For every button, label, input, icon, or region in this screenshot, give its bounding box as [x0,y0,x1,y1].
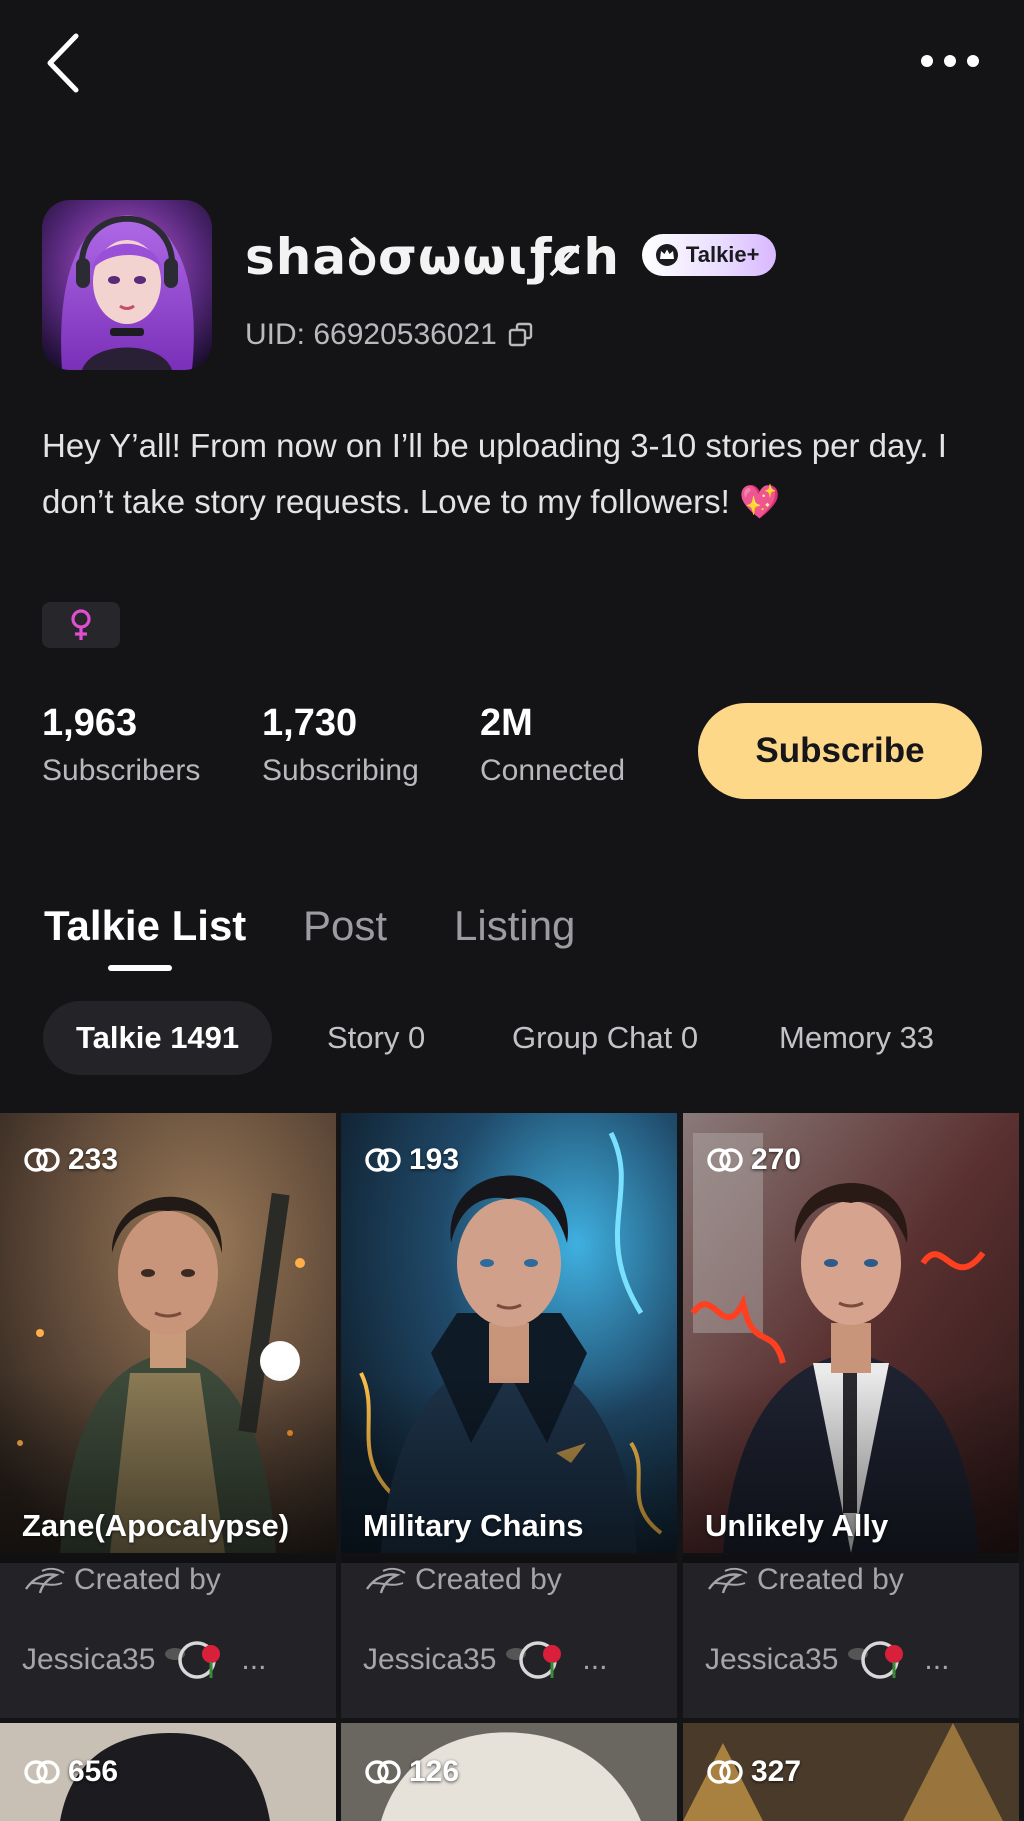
tab-post[interactable]: Post [303,900,387,952]
chat-count: 233 [22,1143,118,1177]
author-row[interactable]: Jessica35 ... [705,1638,949,1682]
stat-connected[interactable]: 2M Connected [480,700,625,794]
chat-count-value: 656 [68,1755,119,1788]
tab-talkie-list[interactable]: Talkie List [44,900,246,952]
created-by: Created by [705,1563,904,1597]
tab-listing[interactable]: Listing [454,900,575,952]
name-row: ꜱhaꝺσωωɩƒc̷h Talkie+ [245,225,776,286]
chat-count: 126 [363,1755,459,1789]
author-name: Jessica35 [22,1643,156,1676]
chat-count: 327 [705,1755,801,1789]
author-row[interactable]: Jessica35 ... [363,1638,607,1682]
bio-text: Hey Y’all! From now on I’ll be uploading… [42,427,947,520]
more-options-button[interactable] [915,45,985,77]
talkie-card[interactable]: 233 Zane(Apocalypse) Created by Jessica3… [0,1113,336,1718]
author-more: ... [582,1643,608,1676]
created-by: Created by [22,1563,221,1597]
subscribe-button[interactable]: Subscribe [698,703,982,799]
talkie-card[interactable]: 656 [0,1723,336,1821]
talkie-card[interactable]: 193 Military Chains Created by Jessica35… [341,1113,677,1718]
stat-label: Subscribing [262,754,419,787]
chat-link-icon [707,1760,743,1784]
chat-link-icon [24,1760,60,1784]
chip-story[interactable]: Story 0 [327,1001,425,1075]
chat-count-value: 270 [751,1143,802,1176]
avatar-image [42,200,212,370]
chip-talkie[interactable]: Talkie 1491 [43,1001,273,1075]
chat-count: 270 [705,1143,801,1177]
quill-swirl-icon [366,1567,406,1594]
talkie-card[interactable]: 327 [683,1723,1019,1821]
copy-icon[interactable] [507,321,535,349]
card-title: Zane(Apocalypse) [22,1508,290,1543]
chip-memory[interactable]: Memory 33 [779,1001,934,1075]
chat-link-icon [365,1148,401,1172]
created-by-label: Created by [415,1563,562,1596]
stat-value: 2M [480,702,533,744]
created-by-label: Created by [757,1563,904,1596]
more-horizontal-icon [921,55,979,67]
quill-swirl-icon [25,1567,65,1594]
rose-badge-icon [506,1641,562,1679]
back-button[interactable] [40,30,90,96]
stat-value: 1,963 [42,702,138,744]
username: ꜱhaꝺσωωɩƒc̷h [245,228,620,286]
card-title: Military Chains [363,1508,584,1543]
chat-count-value: 327 [751,1755,802,1788]
talkie-plus-badge[interactable]: Talkie+ [641,234,776,276]
chat-link-icon [365,1760,401,1784]
talkie-card[interactable]: 270 Unlikely Ally Created by Jessica35 .… [683,1113,1019,1718]
stat-subscribing[interactable]: 1,730 Subscribing [262,700,419,794]
chip-group-chat[interactable]: Group Chat 0 [512,1001,698,1075]
tab-indicator [108,965,172,971]
uid-text: UID: 66920536021 [245,318,497,351]
created-by: Created by [363,1563,562,1597]
stat-label: Subscribers [42,754,201,787]
top-bar [0,0,1024,130]
chat-count-value: 126 [409,1755,460,1788]
chat-count-value: 233 [68,1143,119,1176]
author-name: Jessica35 [363,1643,497,1676]
stat-subscribers[interactable]: 1,963 Subscribers [42,700,200,794]
chat-count: 193 [363,1143,459,1177]
author-more: ... [924,1643,950,1676]
rose-badge-icon [165,1641,221,1679]
created-by-label: Created by [74,1563,221,1596]
avatar[interactable] [42,200,212,370]
gender-tag [42,602,120,648]
talkie-card[interactable]: 126 [341,1723,677,1821]
chat-link-icon [24,1148,60,1172]
author-row[interactable]: Jessica35 ... [22,1638,266,1682]
rose-badge-icon [848,1641,904,1679]
badge-label: Talkie+ [685,242,760,267]
crown-icon [655,244,678,266]
card-title: Unlikely Ally [705,1508,889,1543]
female-icon [71,609,91,640]
chevron-left-icon [47,33,79,93]
uid-row: UID: 66920536021 [245,318,535,352]
chat-link-icon [707,1148,743,1172]
stat-label: Connected [480,754,626,787]
chat-count-value: 193 [409,1143,460,1176]
stat-value: 1,730 [262,702,358,744]
author-more: ... [241,1643,267,1676]
quill-swirl-icon [708,1567,748,1594]
chat-count: 656 [22,1755,118,1789]
author-name: Jessica35 [705,1643,839,1676]
